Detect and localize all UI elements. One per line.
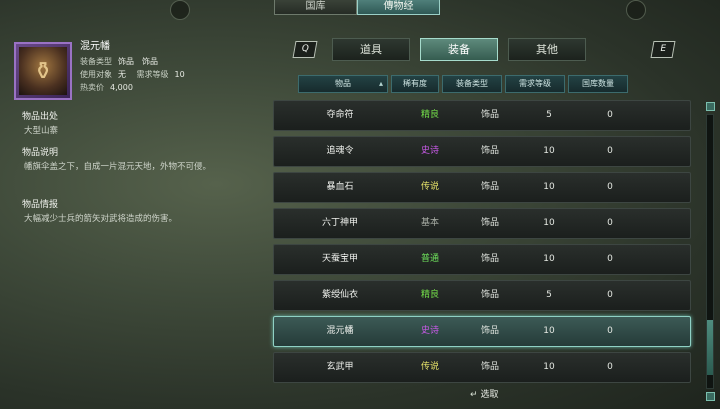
section-description: 物品说明 幡旗伞盖之下，自成一片混元天地，外物不可侵。	[22, 146, 270, 174]
target-value: 无	[118, 70, 126, 79]
menu-ornament-icon[interactable]	[626, 0, 646, 20]
row-name: 夺命符	[326, 110, 354, 120]
tab-equipment[interactable]: 装备	[420, 38, 498, 61]
equip-type-label: 装备类型	[80, 57, 112, 66]
table-row[interactable]: 追魂令 史诗 饰品 10 0	[273, 136, 691, 167]
req-level-value: 10	[174, 70, 185, 79]
section-body: 大幅减少士兵的箭矢对武将造成的伤害。	[24, 214, 178, 224]
section-source: 物品出处 大型山寨	[22, 110, 58, 138]
row-type: 饰品	[480, 110, 499, 120]
price-value: 4,000	[110, 83, 133, 92]
row-name: 六丁神甲	[321, 218, 358, 228]
sort-icon: ▴	[378, 79, 383, 88]
select-label: 选取	[480, 390, 499, 400]
header-item[interactable]: 物品 ▴	[298, 75, 388, 93]
table-row[interactable]: 暴血石 传说 饰品 10 0	[273, 172, 691, 203]
row-count: 0	[607, 218, 613, 228]
row-type: 饰品	[480, 362, 499, 372]
tab-item-codex[interactable]: 傳物经	[357, 0, 440, 15]
row-type: 饰品	[480, 254, 499, 264]
row-level: 5	[546, 290, 552, 300]
tab-treasury[interactable]: 国库	[274, 0, 357, 15]
row-count: 0	[607, 146, 613, 156]
scroll-down-button[interactable]	[706, 392, 715, 401]
header-equip-type[interactable]: 装备类型	[442, 75, 502, 93]
row-type: 饰品	[480, 218, 499, 228]
equip-type-value-2: 饰品	[142, 57, 158, 66]
table-header: 物品 ▴ 稀有度 装备类型 需求等级 国库数量	[298, 75, 628, 93]
item-list-panel: Q 道具 装备 其他 E 物品 ▴ 稀有度 装备类型 需求等级 国库数量 夺命符 …	[262, 24, 720, 409]
prev-category-key[interactable]: Q	[292, 41, 318, 58]
item-name: 混元幡	[80, 41, 110, 52]
row-type: 饰品	[480, 326, 499, 336]
row-name: 紫绶仙衣	[321, 290, 358, 300]
price-label: 热卖价	[80, 83, 104, 92]
table-row[interactable]: 六丁神甲 基本 饰品 10 0	[273, 208, 691, 239]
row-level: 10	[543, 326, 555, 336]
item-portrait: ⚱	[14, 42, 72, 100]
row-rarity: 史诗	[420, 146, 439, 156]
list-scrollbar[interactable]	[706, 114, 714, 389]
row-name: 混元幡	[326, 326, 354, 336]
row-type: 饰品	[480, 182, 499, 192]
section-title: 物品情报	[22, 200, 59, 210]
ornament-icon	[170, 0, 190, 20]
row-count: 0	[607, 362, 613, 372]
table-row[interactable]: 紫绶仙衣 精良 饰品 5 0	[273, 280, 691, 311]
row-rarity: 史诗	[420, 326, 439, 336]
row-level: 5	[546, 110, 552, 120]
row-level: 10	[543, 218, 555, 228]
table-row[interactable]: 夺命符 精良 饰品 5 0	[273, 100, 691, 131]
row-type: 饰品	[480, 146, 499, 156]
row-count: 0	[607, 326, 613, 336]
row-level: 10	[543, 182, 555, 192]
next-category-key[interactable]: E	[650, 41, 676, 58]
scroll-thumb[interactable]	[707, 320, 713, 375]
category-tabs: 道具 装备 其他	[332, 38, 586, 61]
target-label: 使用对象	[80, 70, 112, 79]
row-rarity: 普通	[420, 254, 439, 264]
row-type: 饰品	[480, 290, 499, 300]
section-body: 幡旗伞盖之下，自成一片混元天地，外物不可侵。	[24, 162, 212, 172]
section-intel: 物品情报 大幅减少士兵的箭矢对武将造成的伤害。	[22, 198, 270, 226]
row-name: 追魂令	[326, 146, 354, 156]
scroll-up-button[interactable]	[706, 102, 715, 111]
row-rarity: 传说	[420, 362, 439, 372]
row-rarity: 基本	[420, 218, 439, 228]
row-rarity: 传说	[420, 182, 439, 192]
row-rarity: 精良	[420, 290, 439, 300]
header-rarity[interactable]: 稀有度	[391, 75, 439, 93]
item-info: 混元幡 装备类型 饰品 饰品 使用对象无 需求等级 10 热卖价 4,000	[80, 40, 193, 94]
table-row[interactable]: 天蚕宝甲 普通 饰品 10 0	[273, 244, 691, 275]
row-count: 0	[607, 110, 613, 120]
equip-type-value: 饰品	[118, 57, 134, 66]
row-count: 0	[607, 254, 613, 264]
row-count: 0	[607, 290, 613, 300]
top-tab-bar: 国库 傳物经	[274, 0, 440, 15]
section-title: 物品说明	[22, 148, 59, 158]
footer-hint[interactable]: ↵ 选取	[470, 387, 499, 400]
row-level: 10	[543, 362, 555, 372]
row-rarity: 精良	[420, 110, 439, 120]
req-level-label: 需求等级	[136, 70, 169, 79]
header-label: 物品	[335, 79, 351, 88]
table-row-selected[interactable]: 混元幡 史诗 饰品 10 0	[273, 316, 691, 347]
section-body: 大型山寨	[24, 126, 59, 136]
row-count: 0	[607, 182, 613, 192]
table-row[interactable]: 玄武甲 传说 饰品 10 0	[273, 352, 691, 383]
section-title: 物品出处	[22, 112, 59, 122]
tab-items[interactable]: 道具	[332, 38, 410, 61]
row-level: 10	[543, 254, 555, 264]
enter-key-icon: ↵	[470, 390, 478, 400]
banner-relic-icon: ⚱	[19, 47, 67, 95]
header-req-level[interactable]: 需求等级	[505, 75, 565, 93]
row-name: 玄武甲	[326, 362, 354, 372]
row-name: 暴血石	[326, 182, 354, 192]
row-level: 10	[543, 146, 555, 156]
tab-other[interactable]: 其他	[508, 38, 586, 61]
row-name: 天蚕宝甲	[321, 254, 358, 264]
header-treasury-count[interactable]: 国库数量	[568, 75, 628, 93]
